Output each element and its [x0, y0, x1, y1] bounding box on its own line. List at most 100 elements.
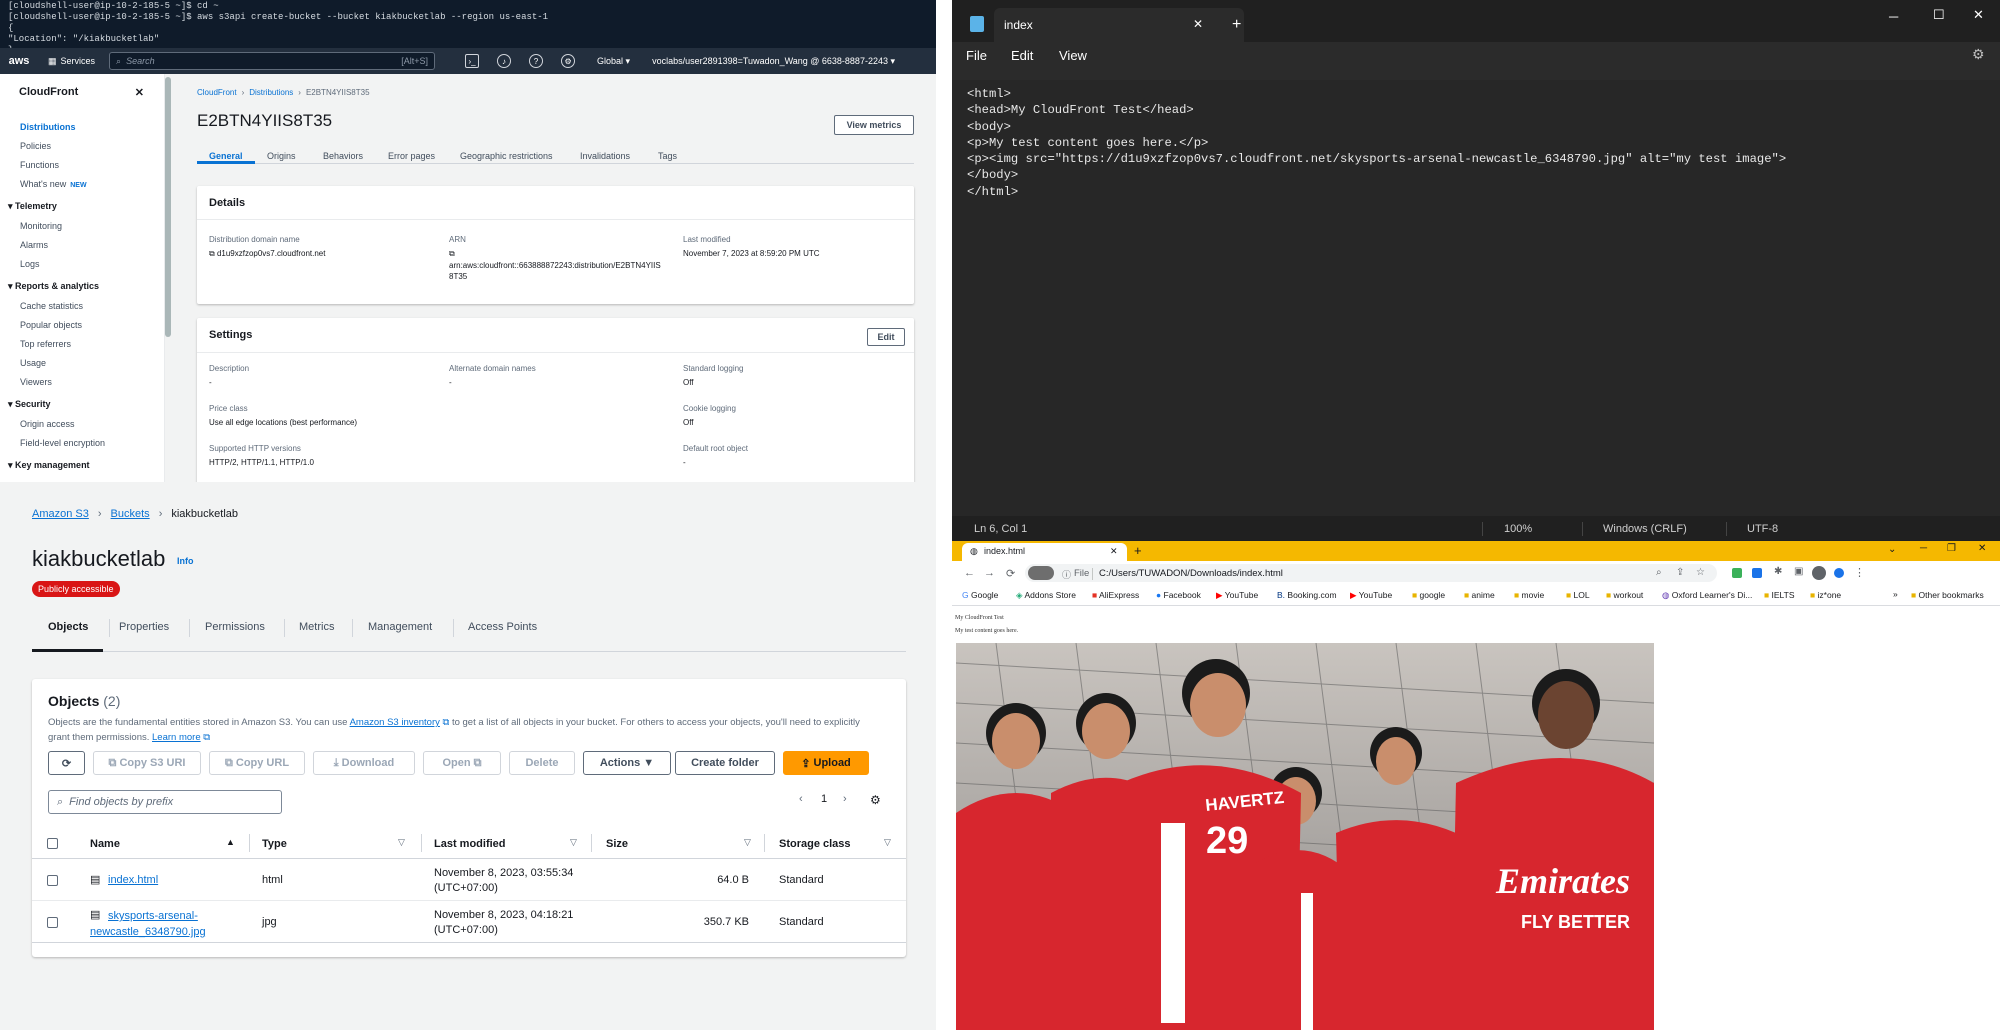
- create-folder-button[interactable]: Create folder: [675, 751, 775, 775]
- info-icon[interactable]: ⓘ: [1062, 568, 1071, 581]
- column-last-modified[interactable]: Last modified: [434, 838, 506, 850]
- cloudshell-terminal[interactable]: [cloudshell-user@ip-10-2-185-5 ~]$ cd ~ …: [0, 0, 936, 48]
- sidebar-item-whats-new[interactable]: What's new NEW: [0, 174, 164, 193]
- bookmark-oxford[interactable]: ◍ Oxford Learner's Di...: [1662, 590, 1752, 601]
- star-icon[interactable]: ☆: [1696, 567, 1705, 578]
- sort-icon[interactable]: ▽: [744, 837, 751, 848]
- prev-page-icon[interactable]: ‹: [799, 793, 803, 805]
- aws-logo[interactable]: aws: [0, 55, 38, 67]
- actions-dropdown[interactable]: Actions ▼: [583, 751, 671, 775]
- back-icon[interactable]: ←: [964, 567, 975, 579]
- bookmark-folder-lol[interactable]: ■ LOL: [1566, 590, 1590, 600]
- zoom-icon[interactable]: ⌕: [1656, 567, 1662, 578]
- tab-objects[interactable]: Objects: [48, 621, 88, 633]
- sidebar-item-logs[interactable]: Logs: [0, 254, 164, 273]
- tab-behaviors[interactable]: Behaviors: [323, 151, 363, 161]
- bookmark-folder-movie[interactable]: ■ movie: [1514, 590, 1544, 600]
- upload-button[interactable]: ⇪ Upload: [783, 751, 869, 775]
- breadcrumb-buckets[interactable]: Buckets: [111, 508, 150, 520]
- close-tab-icon[interactable]: ✕: [1193, 17, 1203, 31]
- sidebar-item-viewers[interactable]: Viewers: [0, 372, 164, 391]
- view-metrics-button[interactable]: View metrics: [834, 115, 914, 135]
- forward-icon[interactable]: →: [984, 567, 995, 579]
- bookmark-google[interactable]: G Google: [962, 590, 998, 600]
- tab-properties[interactable]: Properties: [119, 621, 169, 633]
- close-window-icon[interactable]: ✕: [1978, 543, 1986, 554]
- services-menu[interactable]: ▦ Services: [48, 56, 95, 67]
- region-selector[interactable]: Global ▾: [597, 56, 630, 67]
- object-name-link[interactable]: index.html: [108, 874, 158, 886]
- sidebar-section-reports[interactable]: ▾ Reports & analytics: [0, 273, 164, 296]
- settings-icon[interactable]: ⚙: [1972, 46, 1985, 63]
- tab-management[interactable]: Management: [368, 621, 432, 633]
- chevron-down-icon[interactable]: ⌄: [1888, 544, 1896, 555]
- tab-permissions[interactable]: Permissions: [205, 621, 265, 633]
- share-icon[interactable]: ⇪: [1676, 567, 1684, 578]
- copy-icon[interactable]: ⧉: [209, 249, 217, 258]
- sidebar-section-security[interactable]: ▾ Security: [0, 391, 164, 414]
- sidebar-item-policies[interactable]: Policies: [0, 136, 164, 155]
- bookmark-folder-anime[interactable]: ■ anime: [1464, 590, 1495, 600]
- extension-icon[interactable]: [1834, 568, 1844, 578]
- tab-access-points[interactable]: Access Points: [468, 621, 537, 633]
- other-bookmarks[interactable]: ■ Other bookmarks: [1911, 590, 1984, 600]
- refresh-button[interactable]: ⟳: [48, 751, 85, 775]
- bookmark-folder-ielts[interactable]: ■ IELTS: [1764, 590, 1795, 600]
- minimize-icon[interactable]: ─: [1889, 9, 1898, 24]
- puzzle-icon[interactable]: ✱: [1774, 566, 1782, 577]
- new-tab-icon[interactable]: +: [1134, 543, 1142, 558]
- url-text[interactable]: C:/Users/TUWADON/Downloads/index.html: [1099, 568, 1283, 579]
- copy-icon[interactable]: ⧉: [449, 248, 661, 259]
- copy-url-button[interactable]: ⧉ Copy URL: [209, 751, 305, 775]
- select-all-checkbox[interactable]: [47, 838, 58, 849]
- find-objects-input[interactable]: ⌕ Find objects by prefix: [48, 790, 282, 814]
- bookmark-youtube[interactable]: ▶ YouTube: [1216, 590, 1258, 601]
- tab-error-pages[interactable]: Error pages: [388, 151, 435, 161]
- tab-tags[interactable]: Tags: [658, 151, 677, 161]
- download-button[interactable]: ⤓ Download: [313, 751, 415, 775]
- page-number[interactable]: 1: [821, 793, 827, 805]
- column-type[interactable]: Type: [262, 838, 287, 850]
- sidebar-item-top-referrers[interactable]: Top referrers: [0, 334, 164, 353]
- bookmark-aliexpress[interactable]: ■ AliExpress: [1092, 590, 1139, 600]
- open-button[interactable]: Open ⧉: [423, 751, 501, 775]
- close-tab-icon[interactable]: ✕: [1110, 546, 1118, 557]
- close-window-icon[interactable]: ✕: [1973, 7, 1984, 23]
- menu-edit[interactable]: Edit: [1011, 48, 1033, 63]
- tab-general[interactable]: General: [209, 151, 243, 161]
- sidebar-item-functions[interactable]: Functions: [0, 155, 164, 174]
- avatar[interactable]: [1812, 566, 1826, 580]
- bookmark-booking[interactable]: B. Booking.com: [1277, 590, 1337, 600]
- tab-metrics[interactable]: Metrics: [299, 621, 334, 633]
- account-menu[interactable]: voclabs/user2891398=Tuwadon_Wang @ 6638-…: [652, 56, 895, 67]
- help-icon[interactable]: ?: [529, 54, 544, 68]
- object-name-link[interactable]: skysports-arsenal-newcastle_6348790.jpg: [90, 908, 206, 940]
- column-name[interactable]: Name: [90, 838, 120, 850]
- inventory-link[interactable]: Amazon S3 inventory: [350, 717, 440, 728]
- bookmark-youtube-2[interactable]: ▶ YouTube: [1350, 590, 1392, 601]
- sidebar-section-key-management[interactable]: ▾ Key management: [0, 452, 164, 475]
- column-storage-class[interactable]: Storage class: [779, 838, 851, 850]
- tab-origins[interactable]: Origins: [267, 151, 296, 161]
- sidebar-item-cache-statistics[interactable]: Cache statistics: [0, 296, 164, 315]
- bookmark-folder-google[interactable]: ■ google: [1412, 590, 1445, 600]
- cloudshell-icon[interactable]: ›_: [465, 54, 480, 68]
- edit-button[interactable]: Edit: [867, 328, 905, 346]
- more-bookmarks-icon[interactable]: »: [1893, 589, 1898, 599]
- breadcrumb-cloudfront[interactable]: CloudFront: [197, 88, 237, 97]
- bookmark-folder-workout[interactable]: ■ workout: [1606, 590, 1643, 600]
- gear-icon[interactable]: ⚙: [870, 793, 881, 807]
- row-checkbox[interactable]: [47, 917, 58, 928]
- restore-icon[interactable]: ❐: [1947, 543, 1956, 554]
- sidebar-item-usage[interactable]: Usage: [0, 353, 164, 372]
- column-size[interactable]: Size: [606, 838, 628, 850]
- kebab-menu-icon[interactable]: ⋮: [1854, 566, 1865, 579]
- delete-button[interactable]: Delete: [509, 751, 575, 775]
- sidebar-item-monitoring[interactable]: Monitoring: [0, 216, 164, 235]
- search-input[interactable]: ⌕ Search [Alt+S]: [109, 52, 436, 70]
- menu-file[interactable]: File: [966, 48, 987, 63]
- sidebar-item-origin-access[interactable]: Origin access: [0, 414, 164, 433]
- gear-icon[interactable]: ⚙: [561, 54, 576, 68]
- row-checkbox[interactable]: [47, 875, 58, 886]
- sidebar-item-alarms[interactable]: Alarms: [0, 235, 164, 254]
